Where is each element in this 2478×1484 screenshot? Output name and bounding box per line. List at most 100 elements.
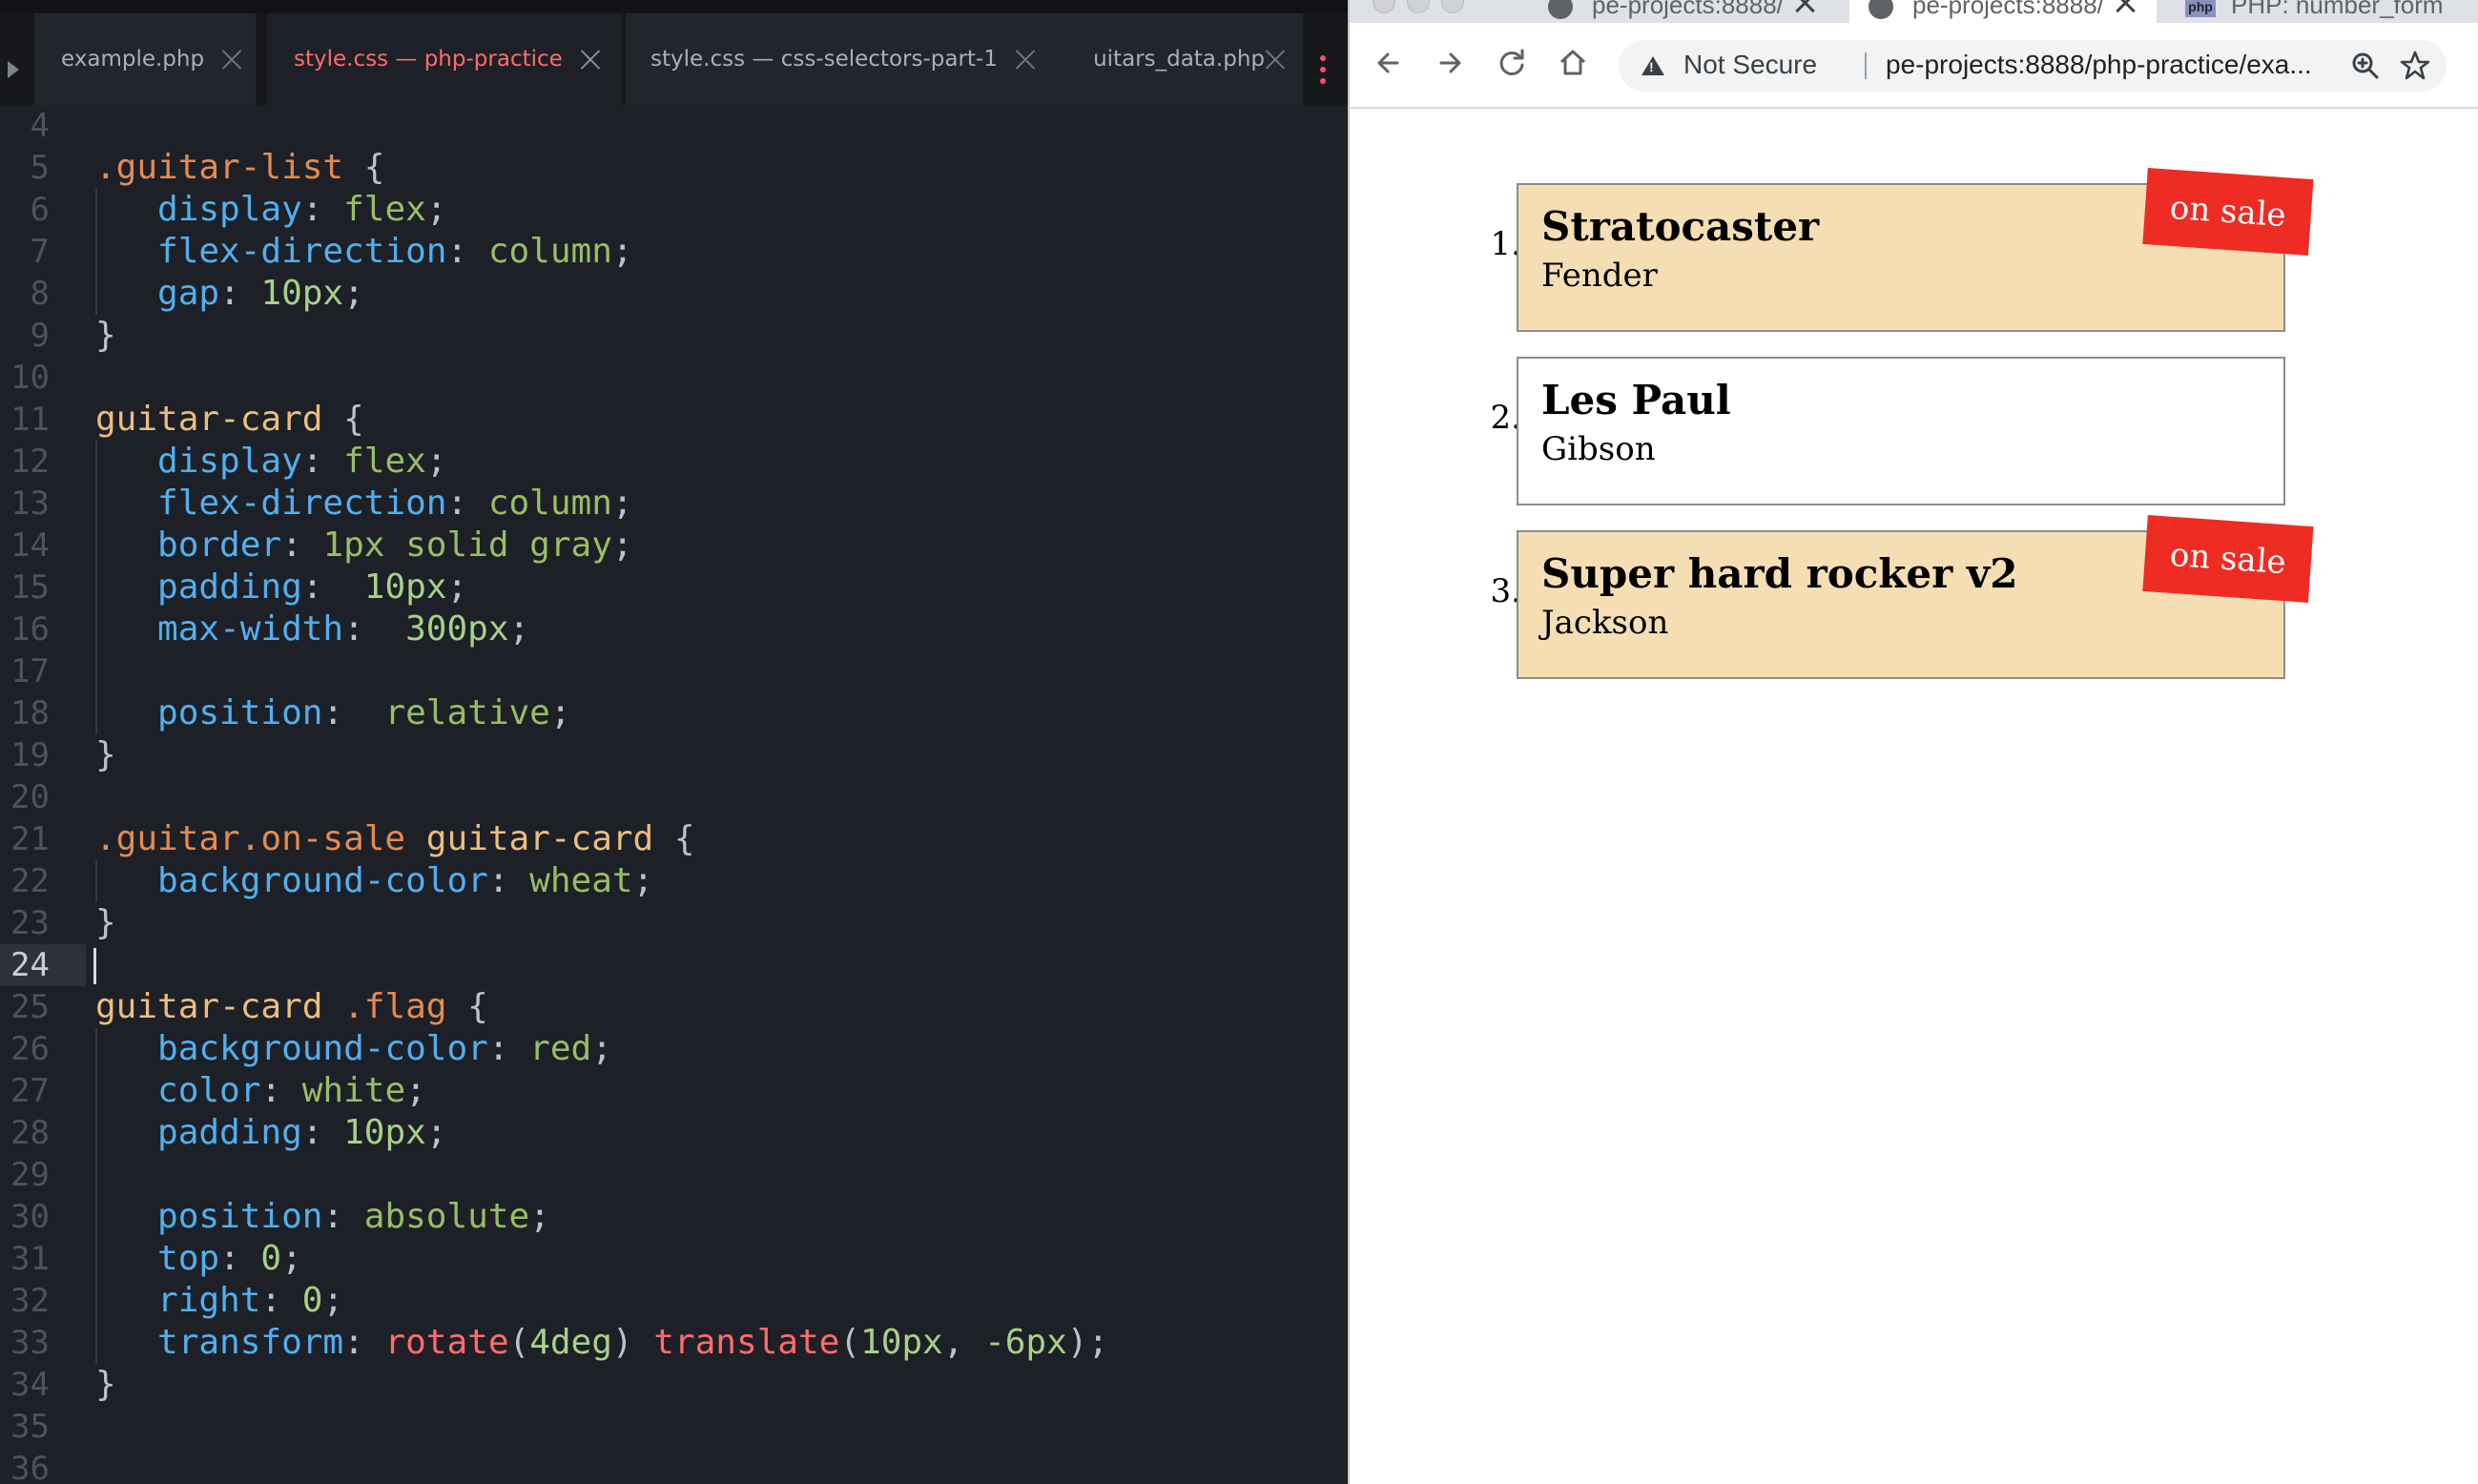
security-label[interactable]: Not Secure: [1683, 50, 1817, 80]
line-number: 29: [10, 1156, 50, 1194]
code-line[interactable]: 28 padding: 10px;: [0, 1112, 1348, 1154]
reload-icon[interactable]: [1491, 42, 1533, 84]
code-token: flex-direction: [95, 232, 447, 271]
code-line[interactable]: 7 flex-direction: column;: [0, 231, 1348, 273]
browser-toolbar: Not Secure pe-projects:8888/php-practice…: [1350, 23, 2478, 109]
close-icon[interactable]: [1015, 49, 1036, 70]
code-line[interactable]: 19}: [0, 734, 1348, 776]
code-token: flex: [343, 442, 426, 481]
code-token: 300px: [405, 609, 509, 649]
code-token: transform: [95, 1323, 344, 1362]
code-line[interactable]: 16 max-width: 300px;: [0, 608, 1348, 650]
close-icon[interactable]: [1265, 49, 1286, 70]
home-icon[interactable]: [1552, 42, 1594, 84]
code-token: flex: [343, 190, 426, 229]
line-number: 36: [10, 1450, 50, 1484]
code-token: flex-direction: [95, 484, 447, 523]
code-line[interactable]: 22 background-color: wheat;: [0, 860, 1348, 902]
code-line[interactable]: 31 top: 0;: [0, 1238, 1348, 1280]
code-line[interactable]: 15 padding: 10px;: [0, 567, 1348, 608]
code-token: :: [322, 1197, 364, 1236]
code-line[interactable]: 11 guitar-card {: [0, 399, 1348, 441]
more-options-icon[interactable]: [1320, 55, 1326, 84]
code-line[interactable]: 14 border: 1px solid gray;: [0, 525, 1348, 567]
tab-scroll-left-icon[interactable]: [8, 61, 19, 78]
code-token: :: [446, 484, 488, 523]
address-bar[interactable]: Not Secure pe-projects:8888/php-practice…: [1619, 40, 2447, 92]
guitar-maker: Fender: [1541, 257, 1658, 295]
warning-icon[interactable]: [1642, 56, 1664, 75]
editor-tab-guitars-data-php[interactable]: uitars_data.php: [1045, 13, 1303, 105]
editor-tab-style-css-selectors[interactable]: style.css — css-selectors-part-1: [626, 13, 1045, 105]
code-token: ;: [322, 1281, 344, 1320]
code-line[interactable]: 13 flex-direction: column;: [0, 483, 1348, 525]
back-arrow-icon[interactable]: [1369, 42, 1411, 84]
code-line[interactable]: 29: [0, 1154, 1348, 1196]
code-line[interactable]: 26 background-color: red;: [0, 1028, 1348, 1070]
code-line[interactable]: 17: [0, 650, 1348, 692]
code-token: ;: [425, 1113, 447, 1152]
code-line[interactable]: 25 guitar-card .flag {: [0, 986, 1348, 1028]
code-text: max-width: 300px;: [95, 608, 529, 650]
code-text: .guitar.on-sale guitar-card {: [95, 818, 695, 860]
zoom-icon[interactable]: [2351, 52, 2380, 80]
code-line[interactable]: 12 display: flex;: [0, 441, 1348, 483]
browser-tab-pe-projects-1[interactable]: pe-projects:8888/: [1529, 0, 1836, 23]
code-line[interactable]: 18 position: relative;: [0, 692, 1348, 734]
code-line[interactable]: 21 .guitar.on-sale guitar-card {: [0, 818, 1348, 860]
code-token: .flag: [343, 987, 447, 1026]
close-icon[interactable]: [2115, 0, 2136, 13]
close-icon[interactable]: [1794, 0, 1815, 13]
line-number: 16: [10, 610, 50, 649]
code-token: 0: [301, 1281, 323, 1320]
code-token: ;: [529, 1197, 550, 1236]
code-line[interactable]: 9}: [0, 315, 1348, 357]
browser-tab-php-number-format[interactable]: php PHP: number_form: [2166, 0, 2478, 23]
bookmark-star-icon[interactable]: [2399, 50, 2431, 82]
code-token: :: [301, 442, 344, 481]
code-line[interactable]: 32 right: 0;: [0, 1280, 1348, 1322]
code-line[interactable]: 4: [0, 105, 1348, 147]
editor-tab-style-css-php-practice[interactable]: style.css — php-practice: [267, 13, 622, 105]
editor-tab-example-php[interactable]: example.php: [34, 13, 256, 105]
window-minimize-button[interactable]: [1407, 0, 1430, 13]
code-token: ;: [632, 861, 654, 900]
line-number: 25: [10, 988, 50, 1026]
code-line[interactable]: 23}: [0, 902, 1348, 944]
code-token: ;: [549, 693, 571, 732]
forward-arrow-icon[interactable]: [1430, 42, 1472, 84]
code-line[interactable]: 20: [0, 776, 1348, 818]
browser-tab-label: pe-projects:8888/: [1592, 0, 1783, 19]
url-text[interactable]: pe-projects:8888/php-practice/exa...: [1886, 50, 2312, 80]
code-line[interactable]: 36: [0, 1448, 1348, 1484]
code-line[interactable]: 27 color: white;: [0, 1070, 1348, 1112]
code-line[interactable]: 10: [0, 357, 1348, 399]
code-line[interactable]: 30 position: absolute;: [0, 1196, 1348, 1238]
line-number: 17: [10, 652, 50, 690]
code-area[interactable]: 4 5 .guitar-list {6 display: flex; 7 flex-d…: [0, 105, 1348, 1484]
close-icon[interactable]: [580, 49, 601, 70]
code-line[interactable]: 24: [0, 944, 1348, 986]
code-text: display: flex;: [95, 189, 446, 231]
code-token: top: [95, 1239, 220, 1278]
code-token: relative: [384, 693, 550, 732]
code-token: red: [529, 1029, 592, 1068]
code-text: padding: 10px;: [95, 1112, 447, 1154]
window-zoom-button[interactable]: [1441, 0, 1464, 13]
code-token: ;: [611, 526, 633, 565]
code-line[interactable]: 35: [0, 1406, 1348, 1448]
code-line[interactable]: 33 transform: rotate(4deg) translate(10p…: [0, 1322, 1348, 1364]
code-token: max-width: [95, 609, 344, 649]
code-line[interactable]: 5 .guitar-list {: [0, 147, 1348, 189]
close-icon[interactable]: [221, 49, 242, 70]
code-line[interactable]: 8 gap: 10px;: [0, 273, 1348, 315]
browser-tab-pe-projects-2[interactable]: pe-projects:8888/: [1849, 0, 2157, 23]
code-text: position: absolute;: [95, 1196, 550, 1238]
code-token: translate: [653, 1323, 840, 1362]
code-text: gap: 10px;: [95, 273, 364, 315]
code-line[interactable]: 34}: [0, 1364, 1348, 1406]
code-line[interactable]: 6 display: flex;: [0, 189, 1348, 231]
window-close-button[interactable]: [1373, 0, 1395, 13]
code-text: flex-direction: column;: [95, 231, 633, 273]
